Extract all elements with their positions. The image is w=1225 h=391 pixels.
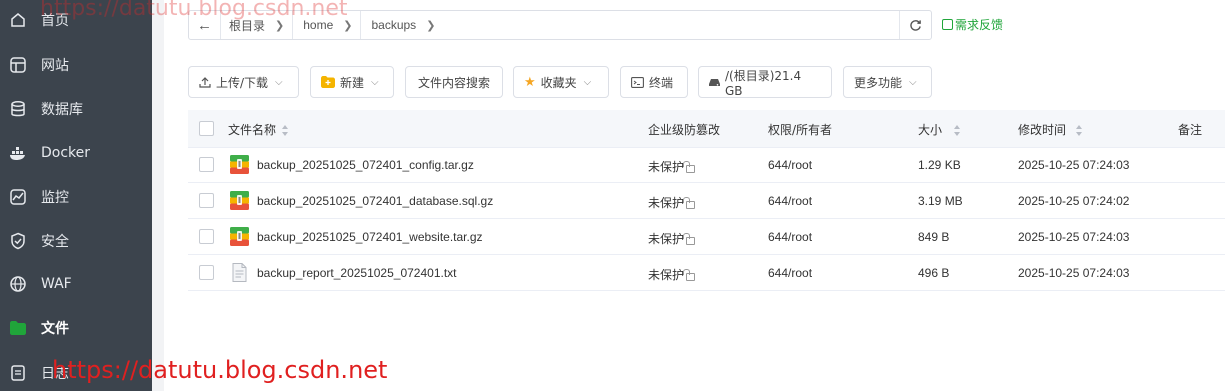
table-row[interactable]: backup_20251025_072401_website.tar.gz 未保… <box>188 219 1225 255</box>
sidebar-item-label: 监控 <box>41 190 69 206</box>
protection-status[interactable]: 未保护 <box>648 266 696 283</box>
sidebar-item-docker[interactable]: Docker <box>0 135 152 171</box>
database-icon <box>9 100 27 118</box>
sidebar: 首页 网站 数据库 Docker 监控 安全 WAF 文件 日志 <box>0 0 152 391</box>
permission-owner[interactable]: 644/root <box>768 158 812 172</box>
file-name[interactable]: backup_20251025_072401_website.tar.gz <box>257 230 483 244</box>
modified-time: 2025-10-25 07:24:03 <box>1018 230 1130 244</box>
sidebar-item-label: 安全 <box>41 234 69 250</box>
lock-icon <box>683 196 696 209</box>
watermark-top: https://datutu.blog.csdn.net <box>40 0 348 21</box>
sidebar-item-label: 网站 <box>41 58 69 74</box>
column-header-protection: 企业级防篡改 <box>648 123 721 137</box>
select-all-checkbox[interactable] <box>199 121 214 136</box>
disk-icon <box>709 78 720 87</box>
breadcrumb-item[interactable]: backups ❯ <box>361 11 443 39</box>
sort-icon[interactable] <box>282 125 289 136</box>
archive-icon <box>230 155 249 174</box>
file-name[interactable]: backup_20251025_072401_config.tar.gz <box>257 158 474 172</box>
modified-time: 2025-10-25 07:24:03 <box>1018 266 1130 280</box>
chevron-down-icon: ⌵ <box>371 76 379 88</box>
table-row[interactable]: backup_20251025_072401_config.tar.gz 未保护… <box>188 147 1225 183</box>
row-checkbox[interactable] <box>199 157 214 172</box>
terminal-button[interactable]: 终端 <box>620 66 688 98</box>
refresh-button[interactable] <box>899 11 931 39</box>
permission-owner[interactable]: 644/root <box>768 266 812 280</box>
sidebar-item-security[interactable]: 安全 <box>0 223 152 259</box>
file-name[interactable]: backup_report_20251025_072401.txt <box>257 266 457 280</box>
star-icon: ★ <box>524 74 536 90</box>
favorites-button[interactable]: ★ 收藏夹 ⌵ <box>513 66 609 98</box>
archive-icon <box>230 227 249 246</box>
protection-status[interactable]: 未保护 <box>648 194 696 211</box>
shield-icon <box>9 232 27 250</box>
new-folder-icon <box>321 76 335 88</box>
log-icon <box>9 364 27 382</box>
protection-status[interactable]: 未保护 <box>648 230 696 247</box>
row-checkbox[interactable] <box>199 265 214 280</box>
file-size: 3.19 MB <box>918 194 963 208</box>
column-header-mtime[interactable]: 修改时间 <box>1018 121 1083 138</box>
new-button[interactable]: 新建 ⌵ <box>310 66 394 98</box>
chevron-down-icon: ⌵ <box>583 76 592 88</box>
monitor-icon <box>9 188 27 206</box>
file-size: 496 B <box>918 266 950 280</box>
permission-owner[interactable]: 644/root <box>768 194 812 208</box>
home-icon <box>9 11 27 29</box>
upload-icon <box>199 76 211 88</box>
sidebar-item-waf[interactable]: WAF <box>0 266 152 302</box>
more-functions-button[interactable]: 更多功能 ⌵ <box>843 66 932 98</box>
protection-status[interactable]: 未保护 <box>648 158 696 175</box>
upload-download-button[interactable]: 上传/下载 ⌵ <box>188 66 299 98</box>
watermark-bottom: https://datutu.blog.csdn.net <box>52 356 388 384</box>
sidebar-item-label: WAF <box>41 276 72 292</box>
file-size: 1.29 KB <box>918 158 961 172</box>
sidebar-item-monitor[interactable]: 监控 <box>0 179 152 215</box>
text-file-icon <box>232 263 247 282</box>
lock-icon <box>683 268 696 281</box>
folder-icon <box>9 319 27 337</box>
column-header-size[interactable]: 大小 <box>918 121 961 138</box>
column-header-name[interactable]: 文件名称 <box>228 121 289 138</box>
sidebar-item-website[interactable]: 网站 <box>0 47 152 83</box>
table-header: 文件名称 企业级防篡改 权限/所有者 大小 修改时间 备注 <box>188 110 1225 148</box>
chevron-down-icon: ⌵ <box>275 76 283 88</box>
feedback-icon <box>942 19 953 30</box>
lock-icon <box>683 232 696 245</box>
modified-time: 2025-10-25 07:24:03 <box>1018 158 1130 172</box>
website-icon <box>9 56 27 74</box>
sidebar-item-database[interactable]: 数据库 <box>0 91 152 127</box>
chevron-right-icon: ❯ <box>426 19 436 32</box>
terminal-icon <box>631 76 644 88</box>
file-size: 849 B <box>918 230 950 244</box>
chevron-down-icon: ⌵ <box>909 76 917 88</box>
sidebar-item-label: 文件 <box>41 321 69 337</box>
column-header-permission: 权限/所有者 <box>768 123 833 137</box>
file-name[interactable]: backup_20251025_072401_database.sql.gz <box>257 194 493 208</box>
row-checkbox[interactable] <box>199 193 214 208</box>
sidebar-item-label: Docker <box>41 145 91 161</box>
content-search-button[interactable]: 文件内容搜索 <box>405 66 503 98</box>
docker-icon <box>9 144 27 162</box>
feedback-link[interactable]: 需求反馈 <box>942 16 1003 33</box>
table-row[interactable]: backup_report_20251025_072401.txt 未保护 64… <box>188 255 1225 291</box>
disk-button[interactable]: /(根目录)21.4 GB <box>698 66 832 98</box>
sort-icon[interactable] <box>1076 125 1083 136</box>
sidebar-item-label: 数据库 <box>41 102 83 118</box>
modified-time: 2025-10-25 07:24:02 <box>1018 194 1130 208</box>
refresh-icon <box>910 19 921 31</box>
waf-icon <box>9 275 27 293</box>
lock-icon <box>683 160 696 173</box>
sort-icon[interactable] <box>954 125 961 136</box>
archive-icon <box>230 191 249 210</box>
permission-owner[interactable]: 644/root <box>768 230 812 244</box>
column-header-note: 备注 <box>1178 123 1203 137</box>
row-checkbox[interactable] <box>199 229 214 244</box>
table-row[interactable]: backup_20251025_072401_database.sql.gz 未… <box>188 183 1225 219</box>
sidebar-item-files[interactable]: 文件 <box>0 310 152 346</box>
